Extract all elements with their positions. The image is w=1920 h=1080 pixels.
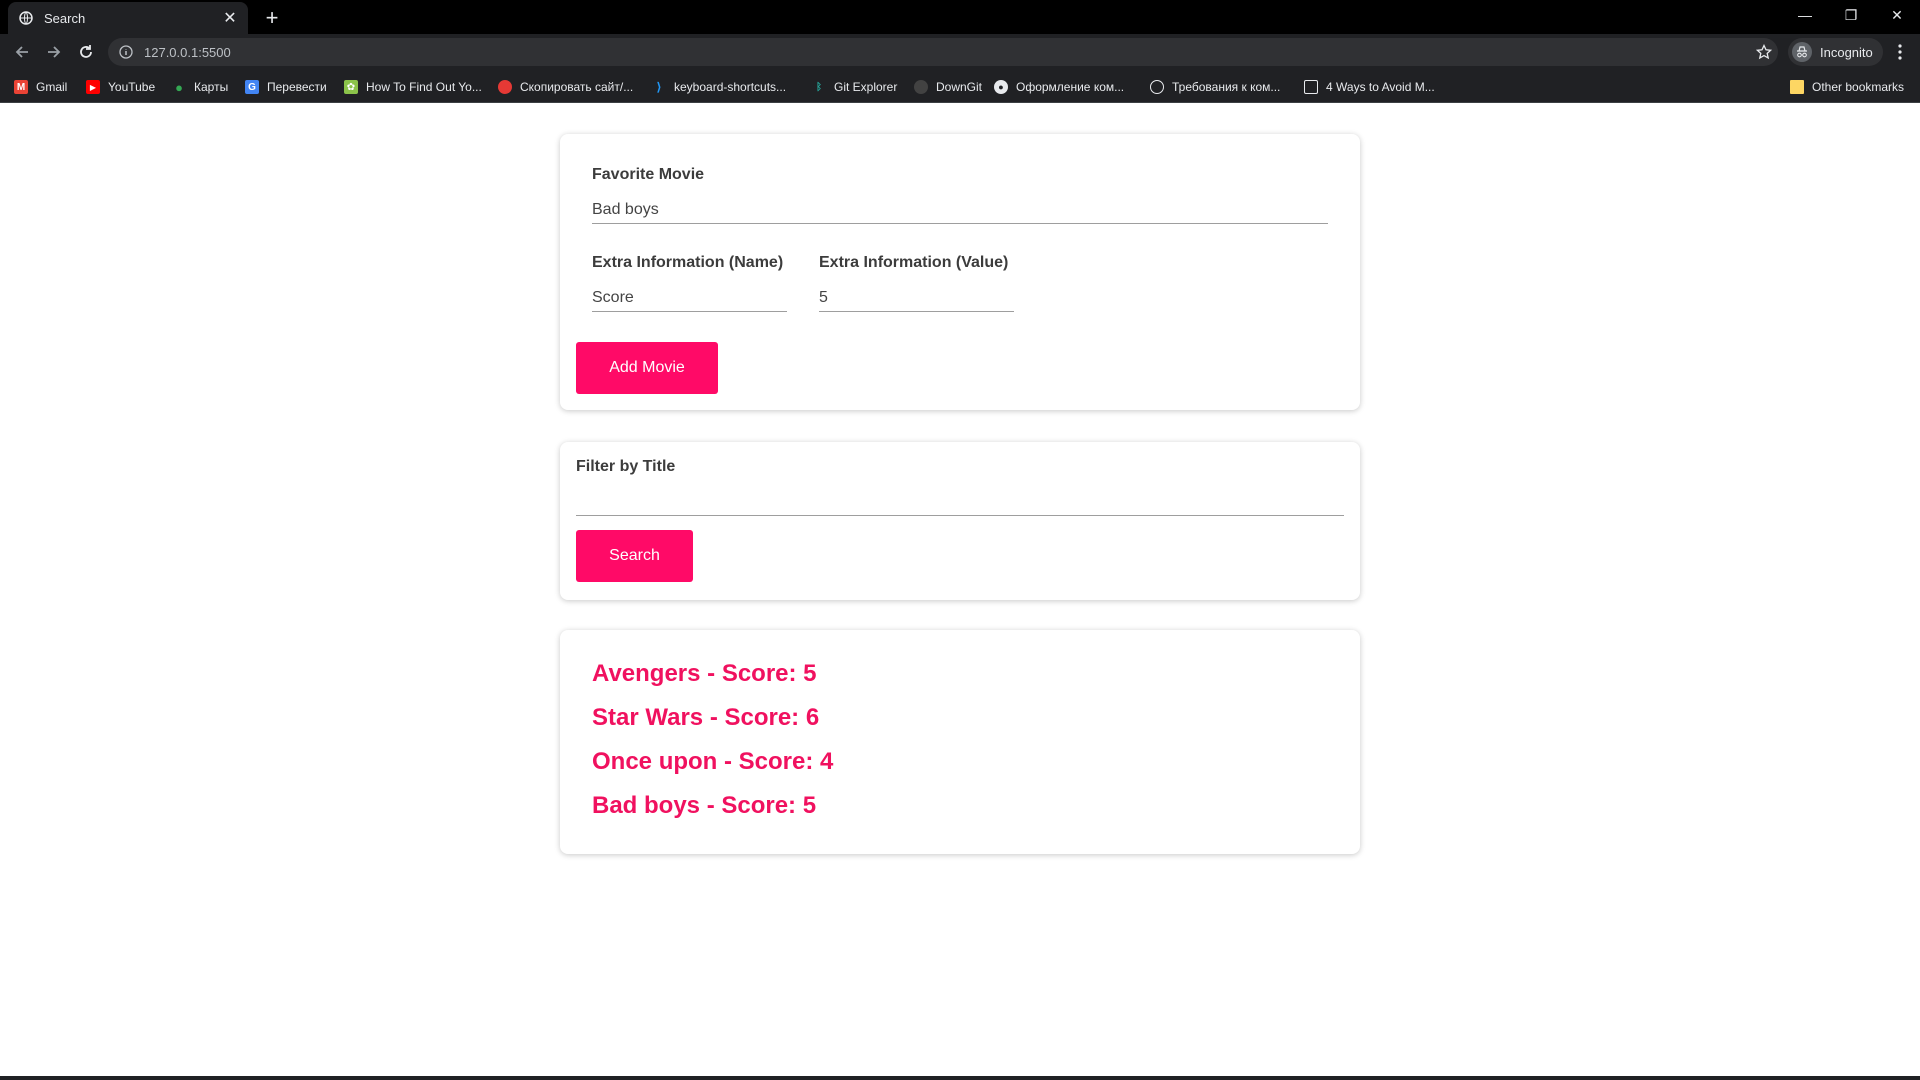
restore-button[interactable]: ❐ xyxy=(1828,0,1874,30)
url-text: 127.0.0.1:5500 xyxy=(144,44,231,60)
site-icon xyxy=(1304,80,1318,94)
gmail-icon: M xyxy=(14,80,28,94)
site-info-icon[interactable] xyxy=(118,44,134,60)
address-bar[interactable]: 127.0.0.1:5500 xyxy=(108,38,1778,66)
bookmark-star-icon[interactable] xyxy=(1750,38,1778,66)
reload-icon xyxy=(80,45,92,58)
vscode-icon: ⟩ xyxy=(656,80,662,94)
page-content: Favorite Movie Extra Information (Name) … xyxy=(0,104,1920,1076)
minimize-button[interactable]: — xyxy=(1782,0,1828,30)
bookmark-requirements[interactable]: Требования к ком... xyxy=(1150,76,1280,98)
bookmark-translate[interactable]: G Перевести xyxy=(245,76,327,98)
maps-icon: ● xyxy=(175,79,183,95)
extra-name-label: Extra Information (Name) xyxy=(592,254,784,271)
other-bookmarks[interactable]: Other bookmarks xyxy=(1790,76,1904,98)
reload-button[interactable] xyxy=(72,38,100,66)
bookmark-label: YouTube xyxy=(108,80,156,94)
forward-arrow-icon xyxy=(48,46,61,58)
bookmark-label: Карты xyxy=(194,80,229,94)
bookmark-maps[interactable]: ● Карты xyxy=(172,76,228,98)
search-button[interactable]: Search xyxy=(576,530,693,582)
new-tab-button[interactable]: + xyxy=(258,4,286,32)
extra-name-input[interactable] xyxy=(592,288,787,312)
filter-card: Filter by Title Search xyxy=(560,442,1360,600)
bookmark-commit-style[interactable]: ● Оформление ком... xyxy=(994,76,1124,98)
globe-icon xyxy=(18,10,34,26)
bookmark-label: Оформление ком... xyxy=(1016,80,1125,94)
downgit-icon xyxy=(914,80,928,94)
tab-close-icon[interactable]: ✕ xyxy=(222,10,238,27)
movie-list-card: Avengers - Score: 5 Star Wars - Score: 6… xyxy=(560,630,1360,854)
site-icon: ✿ xyxy=(344,80,358,94)
site-icon xyxy=(498,80,512,94)
tab-strip: Search ✕ + — ❐ ✕ xyxy=(0,0,1920,34)
extra-value-label: Extra Information (Value) xyxy=(819,254,1009,271)
bookmark-label: DownGit xyxy=(936,80,983,94)
youtube-icon: ▶ xyxy=(86,80,100,94)
incognito-icon xyxy=(1792,42,1812,62)
filter-label: Filter by Title xyxy=(576,458,676,475)
incognito-profile-button[interactable]: Incognito xyxy=(1788,38,1883,66)
bookmark-label: Требования к ком... xyxy=(1172,80,1281,94)
bookmark-git-explorer[interactable]: ᛒ Git Explorer xyxy=(812,76,897,98)
bookmark-label: 4 Ways to Avoid M... xyxy=(1326,80,1435,94)
folder-icon xyxy=(1790,80,1804,94)
back-button[interactable] xyxy=(8,38,36,66)
window-bottom-edge xyxy=(0,1076,1920,1080)
translate-icon: G xyxy=(245,80,259,94)
bookmark-label: Git Explorer xyxy=(834,80,898,94)
browser-tab[interactable]: Search ✕ xyxy=(8,2,248,34)
bookmark-4-ways[interactable]: 4 Ways to Avoid M... xyxy=(1304,76,1435,98)
movie-list-item: Once upon - Score: 4 xyxy=(592,748,834,775)
add-movie-card: Favorite Movie Extra Information (Name) … xyxy=(560,134,1360,410)
browser-menu-icon[interactable] xyxy=(1886,38,1914,66)
browser-toolbar: 127.0.0.1:5500 Incognito xyxy=(0,34,1920,70)
git-explorer-icon: ᛒ xyxy=(816,81,822,93)
bookmark-downgit[interactable]: DownGit xyxy=(914,76,982,98)
window-close-button[interactable]: ✕ xyxy=(1874,0,1920,30)
back-arrow-icon xyxy=(15,46,28,58)
bookmark-gmail[interactable]: M Gmail xyxy=(14,76,67,98)
bookmark-label: keyboard-shortcuts... xyxy=(674,80,787,94)
movie-list-item: Avengers - Score: 5 xyxy=(592,660,817,687)
bookmark-find-out[interactable]: ✿ How To Find Out Yo... xyxy=(344,76,482,98)
bookmark-keyboard-shortcuts[interactable]: ⟩ keyboard-shortcuts... xyxy=(652,76,786,98)
filter-input[interactable] xyxy=(576,488,1344,516)
globe-icon xyxy=(1150,80,1164,94)
bookmark-copy-site[interactable]: Скопировать сайт/... xyxy=(498,76,633,98)
movie-list-item: Bad boys - Score: 5 xyxy=(592,792,817,819)
favorite-movie-label: Favorite Movie xyxy=(592,166,705,183)
github-icon: ● xyxy=(994,80,1008,94)
add-movie-button[interactable]: Add Movie xyxy=(576,342,718,394)
bookmark-label: How To Find Out Yo... xyxy=(366,80,482,94)
other-bookmarks-label: Other bookmarks xyxy=(1812,80,1905,94)
tab-title: Search xyxy=(44,10,86,26)
bookmark-label: Перевести xyxy=(267,80,327,94)
bookmark-youtube[interactable]: ▶ YouTube xyxy=(86,76,155,98)
movie-list-item: Star Wars - Score: 6 xyxy=(592,704,820,731)
profile-label: Incognito xyxy=(1820,44,1873,60)
favorite-movie-input[interactable] xyxy=(592,200,1328,224)
bookmark-label: Gmail xyxy=(36,80,68,94)
bookmarks-bar: M Gmail ▶ YouTube ● Карты G Перевести ✿ How T… xyxy=(0,70,1920,103)
forward-button[interactable] xyxy=(40,38,68,66)
bookmark-label: Скопировать сайт/... xyxy=(520,80,634,94)
extra-value-input[interactable] xyxy=(819,288,1014,312)
